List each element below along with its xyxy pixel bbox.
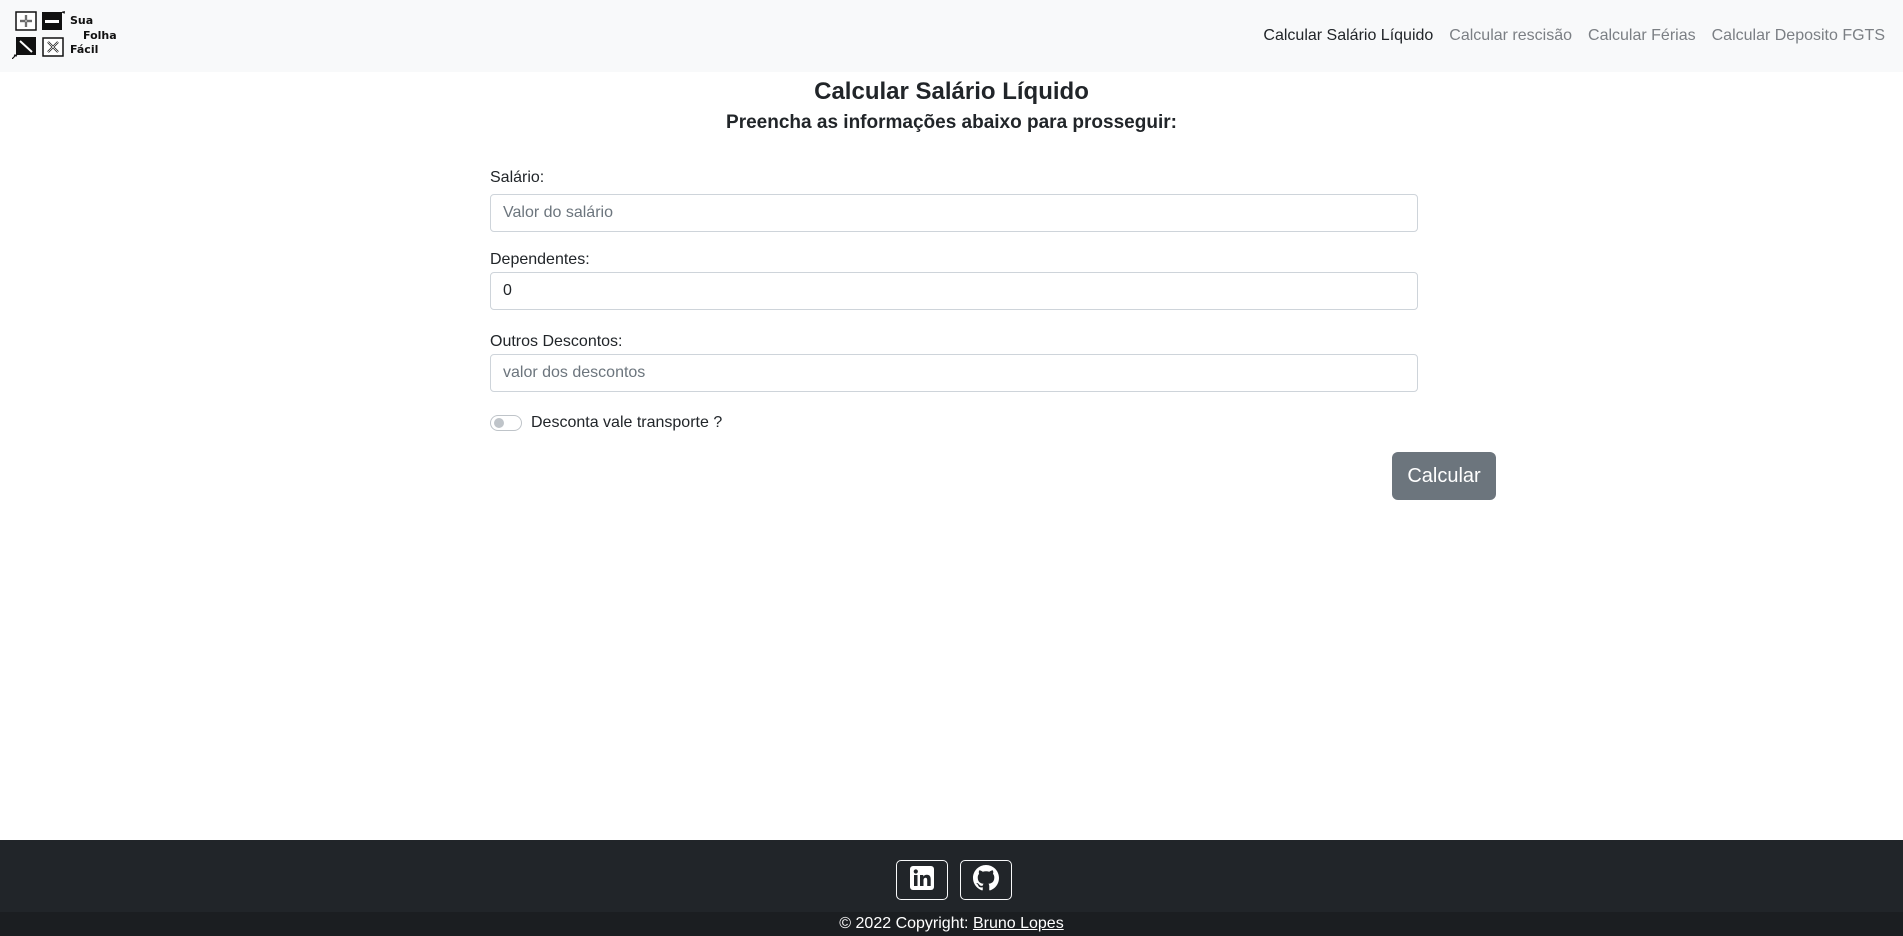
linkedin-button[interactable] <box>896 860 948 900</box>
calcular-button[interactable]: Calcular <box>1392 452 1496 500</box>
footer: © 2022 Copyright: Bruno Lopes <box>0 840 1903 936</box>
page-subtitle: Preencha as informações abaixo para pros… <box>726 112 1177 133</box>
page-title: Calcular Salário Líquido <box>814 78 1089 105</box>
plus-icon <box>14 10 38 32</box>
nav-link-salario-liquido[interactable]: Calcular Salário Líquido <box>1255 27 1441 45</box>
toggle-knob <box>494 418 504 428</box>
github-button[interactable] <box>960 860 1012 900</box>
nav-link-rescisao[interactable]: Calcular rescisão <box>1441 27 1580 45</box>
copyright-text: © 2022 Copyright: <box>839 915 969 932</box>
divide-icon <box>12 36 36 59</box>
dependentes-label: Dependentes: <box>490 251 590 268</box>
salario-input[interactable] <box>490 194 1418 232</box>
linkedin-icon <box>909 865 935 896</box>
main-content: Calcular Salário Líquido Preencha as inf… <box>0 72 1903 840</box>
brand-text-line1: Sua <box>70 14 94 27</box>
salario-label: Salário: <box>490 169 545 186</box>
nav-link-deposito-fgts[interactable]: Calcular Deposito FGTS <box>1704 27 1893 45</box>
vale-transporte-label: Desconta vale transporte ? <box>531 414 723 431</box>
dependentes-input[interactable] <box>490 272 1418 310</box>
minus-icon <box>41 10 65 32</box>
github-icon <box>973 864 999 896</box>
brand-text-line3: Fácil <box>70 43 99 56</box>
brand-text-line2: Folha <box>83 29 117 42</box>
descontos-label: Outros Descontos: <box>490 333 623 350</box>
copyright-bar: © 2022 Copyright: Bruno Lopes <box>0 912 1903 936</box>
vale-transporte-row: Desconta vale transporte ? <box>490 414 722 432</box>
brand-logo[interactable]: Sua Folha Fácil <box>10 0 120 72</box>
nav-menu: Calcular Salário Líquido Calcular rescis… <box>1255 27 1893 45</box>
top-navbar: Sua Folha Fácil Calcular Salário Líquido… <box>0 0 1903 72</box>
nav-link-ferias[interactable]: Calcular Férias <box>1580 27 1704 45</box>
descontos-input[interactable] <box>490 354 1418 392</box>
multiply-icon <box>41 36 65 58</box>
vale-transporte-toggle[interactable] <box>490 415 522 431</box>
author-link[interactable]: Bruno Lopes <box>973 915 1064 933</box>
